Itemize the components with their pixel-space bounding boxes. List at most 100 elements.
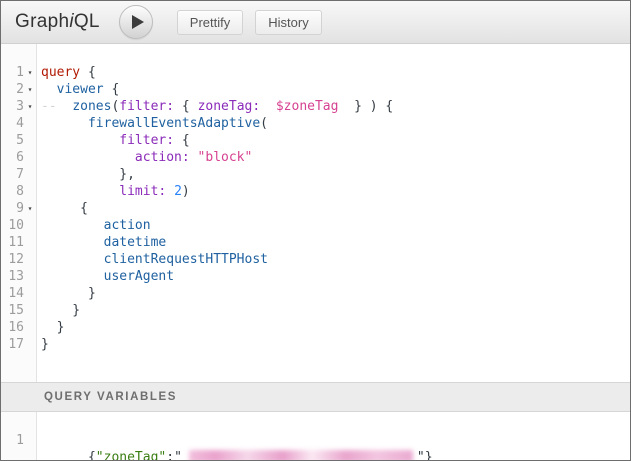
token-faint: --: [41, 99, 57, 114]
token-punc: ): [182, 184, 190, 199]
fold-arrow-icon[interactable]: ▾: [24, 98, 36, 115]
line-number: 15: [1, 302, 24, 319]
json-colon: :: [166, 450, 174, 460]
line-number: 16: [1, 319, 24, 336]
execute-query-button[interactable]: [119, 5, 153, 39]
gutter-row: 15: [1, 302, 36, 319]
token-punc: } ) {: [338, 99, 393, 114]
code-line: query {: [41, 64, 393, 81]
token-punc: [41, 150, 135, 165]
query-variables-label: QUERY VARIABLES: [44, 391, 177, 403]
gutter-row: 16: [1, 319, 36, 336]
token-prop: firewallEventsAdaptive: [88, 116, 260, 131]
query-code[interactable]: query { viewer {-- zones(filter: { zoneT…: [37, 44, 393, 382]
variables-editor-gutter: 1: [1, 412, 37, 460]
json-error-underline: {"zoneTag": [88, 450, 166, 460]
token-attr: filter:: [119, 133, 174, 148]
line-number: 8: [1, 183, 24, 200]
token-prop: action: [104, 218, 151, 233]
line-number: 14: [1, 285, 24, 302]
gutter-row: 14: [1, 285, 36, 302]
token-punc: [166, 184, 174, 199]
line-number: 17: [1, 336, 24, 353]
token-punc: [41, 116, 88, 131]
gutter-row: 8: [1, 183, 36, 200]
token-punc: {: [41, 201, 88, 216]
line-number: 6: [1, 149, 24, 166]
code-line: viewer {: [41, 81, 393, 98]
logo-text-pre: Graph: [15, 11, 69, 32]
code-line: firewallEventsAdaptive(: [41, 115, 393, 132]
code-line: {: [41, 200, 393, 217]
prettify-button[interactable]: Prettify: [177, 10, 243, 35]
token-punc: {: [88, 65, 96, 80]
code-line: action: [41, 217, 393, 234]
code-line: action: "block": [41, 149, 393, 166]
logo-text-post: QL: [74, 11, 100, 32]
json-open-brace: {: [88, 450, 96, 460]
play-icon: [132, 15, 144, 29]
variables-code[interactable]: {"zoneTag":""}: [37, 412, 433, 460]
fold-arrow-icon[interactable]: ▾: [24, 200, 36, 217]
toolbar: GraphiQL Prettify History: [1, 1, 630, 44]
code-line: }: [41, 302, 393, 319]
line-number: 13: [1, 268, 24, 285]
token-punc: [41, 184, 119, 199]
code-line: }: [41, 285, 393, 302]
gutter-row: 12: [1, 251, 36, 268]
token-punc: [190, 150, 198, 165]
token-prop: clientRequestHTTPHost: [104, 252, 268, 267]
code-line: clientRequestHTTPHost: [41, 251, 393, 268]
token-punc: {: [104, 82, 120, 97]
token-punc: [57, 99, 73, 114]
graphiql-window: GraphiQL Prettify History 1▾2▾3▾456789▾1…: [0, 0, 631, 461]
query-editor: 1▾2▾3▾456789▾1011121314151617 query { vi…: [1, 44, 630, 382]
code-line: -- zones(filter: { zoneTag: $zoneTag } )…: [41, 98, 393, 115]
gutter-row: 6: [1, 149, 36, 166]
code-line: filter: {: [41, 132, 393, 149]
token-punc: [41, 218, 104, 233]
token-punc: [41, 252, 104, 267]
line-number: 10: [1, 217, 24, 234]
line-number: 7: [1, 166, 24, 183]
token-punc: }: [41, 337, 49, 352]
gutter-row: 11: [1, 234, 36, 251]
gutter-row: 17: [1, 336, 36, 353]
line-number: 4: [1, 115, 24, 132]
gutter-row: 9▾: [1, 200, 36, 217]
gutter-row: 1▾: [1, 64, 36, 81]
gutter-row: 5: [1, 132, 36, 149]
line-number: 12: [1, 251, 24, 268]
token-attr: action:: [135, 150, 190, 165]
token-attr: zoneTag:: [198, 99, 261, 114]
token-var: $zoneTag: [276, 99, 339, 114]
gutter-row: 3▾: [1, 98, 36, 115]
token-kw: query: [41, 65, 88, 80]
token-punc: [41, 133, 119, 148]
json-key-zonetag: "zoneTag": [96, 450, 166, 460]
gutter-row: 4: [1, 115, 36, 132]
history-button[interactable]: History: [255, 10, 321, 35]
line-number: 1: [1, 64, 24, 81]
code-line: limit: 2): [41, 183, 393, 200]
token-punc: [41, 269, 104, 284]
query-variables-title-bar[interactable]: QUERY VARIABLES: [1, 382, 630, 412]
code-line: },: [41, 166, 393, 183]
token-punc: [41, 235, 104, 250]
fold-arrow-icon[interactable]: ▾: [24, 81, 36, 98]
variables-line-row: 1: [1, 432, 36, 449]
code-line: }: [41, 336, 393, 353]
gutter-row: 13: [1, 268, 36, 285]
line-number: 1: [1, 432, 24, 449]
token-punc: [41, 82, 57, 97]
code-line: userAgent: [41, 268, 393, 285]
token-punc: {: [174, 99, 197, 114]
token-prop: datetime: [104, 235, 167, 250]
code-line: }: [41, 319, 393, 336]
gutter-row: 7: [1, 166, 36, 183]
redacted-zone-id-value: [189, 450, 413, 460]
token-punc: (: [260, 116, 268, 131]
gutter-row: 2▾: [1, 81, 36, 98]
token-attr: filter:: [119, 99, 174, 114]
fold-arrow-icon[interactable]: ▾: [24, 64, 36, 81]
